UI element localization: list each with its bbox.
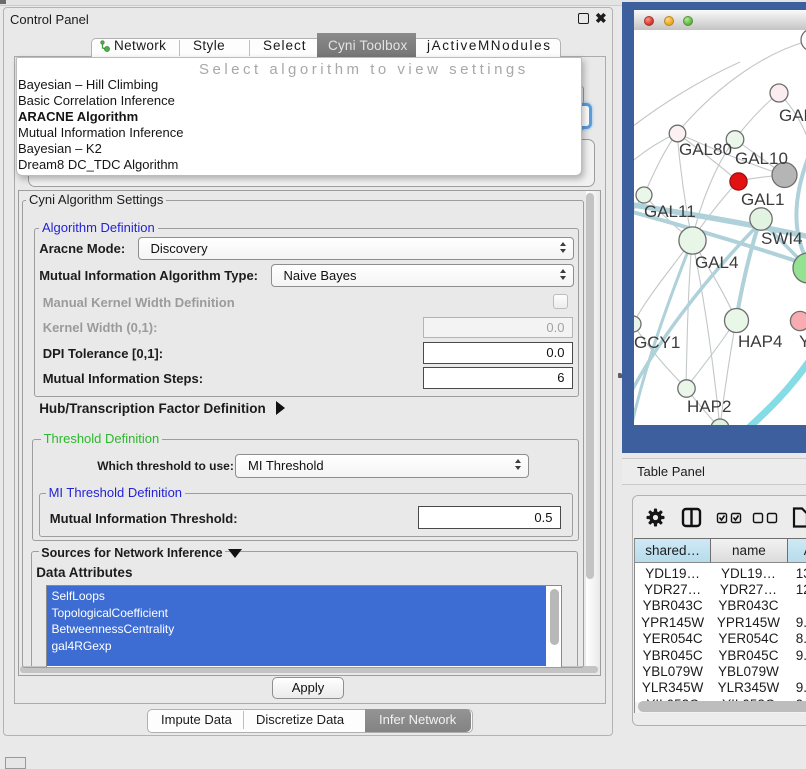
svg-text:GAL7: GAL7 bbox=[779, 106, 806, 125]
svg-text:SWI4: SWI4 bbox=[761, 229, 803, 248]
svg-text:GCY1: GCY1 bbox=[634, 333, 680, 352]
svg-text:GAL11: GAL11 bbox=[644, 202, 696, 221]
svg-text:GAL4: GAL4 bbox=[695, 253, 738, 272]
svg-text:HAP2: HAP2 bbox=[687, 397, 731, 416]
svg-text:HAP4: HAP4 bbox=[738, 332, 782, 351]
svg-text:GAL10: GAL10 bbox=[735, 149, 788, 168]
svg-text:GAL80: GAL80 bbox=[679, 140, 732, 159]
svg-text:GAL1: GAL1 bbox=[741, 190, 784, 209]
svg-text:YJ: YJ bbox=[799, 332, 806, 351]
